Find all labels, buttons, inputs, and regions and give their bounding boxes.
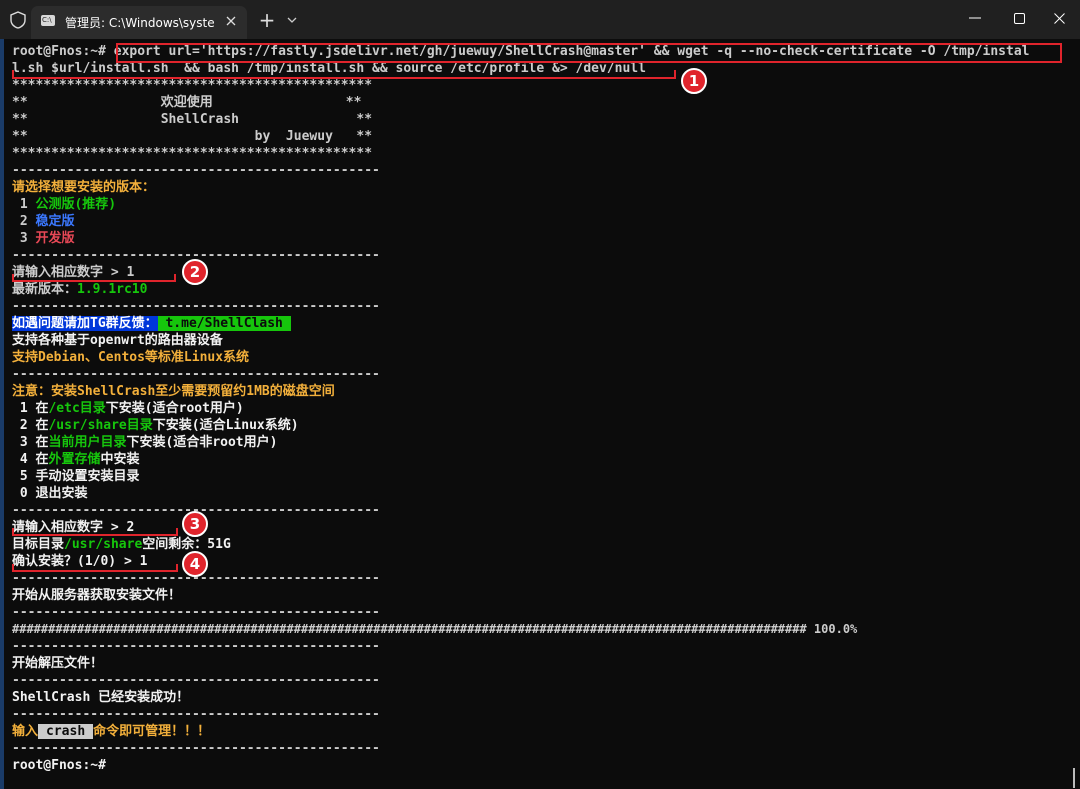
- annotation-underline-1: [12, 77, 676, 79]
- annotation-underline-2: [12, 280, 176, 282]
- download-progress: ########################################…: [12, 622, 858, 636]
- manage-hint-line: 输入 crash 命令即可管理！！！: [12, 724, 211, 739]
- annotation-badge-3: 3: [182, 511, 208, 537]
- banner-line: ** 欢迎使用 **: [12, 95, 362, 110]
- latest-version: 最新版本：1.9.1rc10: [12, 282, 148, 297]
- disk-space-note: 注意：安装ShellCrash至少需要预留约1MB的磁盘空间: [12, 384, 335, 399]
- scrollbar[interactable]: [1073, 768, 1075, 788]
- shield-icon: [6, 8, 30, 32]
- annotation-badge-4: 4: [182, 551, 208, 577]
- plus-icon: +: [258, 8, 276, 32]
- annotation-tick: [176, 564, 178, 572]
- minimize-icon: [969, 17, 981, 19]
- annotation-tick: [12, 70, 14, 79]
- maximize-button[interactable]: [1002, 5, 1036, 31]
- tab-terminal[interactable]: C:\ 管理员: C:\Windows\system32: [31, 6, 247, 39]
- version-option-1: 1 公测版(推荐): [12, 197, 117, 212]
- banner-line: ** by Juewuy **: [12, 129, 373, 144]
- feedback-line: 如遇问题请加TG群反馈： t.me/ShellClash: [12, 316, 291, 331]
- install-success-line: ShellCrash 已经安装成功！: [12, 690, 190, 705]
- close-icon: [1053, 12, 1065, 24]
- confirm-install-line: 确认安装？(1/0) > 1: [12, 554, 148, 569]
- chevron-down-icon: [287, 17, 297, 23]
- annotation-badge-1: 1: [681, 68, 707, 94]
- new-tab-button[interactable]: +: [256, 8, 278, 32]
- annotation-tick: [12, 528, 14, 536]
- input-line-1: 请输入相应数字 > 1: [12, 265, 135, 280]
- title-bar: C:\ 管理员: C:\Windows\system32 +: [0, 0, 1080, 39]
- tab-dropdown-button[interactable]: [283, 9, 301, 31]
- annotation-tick: [12, 564, 14, 572]
- tab-title: 管理员: C:\Windows\system32: [65, 16, 215, 30]
- banner-line: ** ShellCrash **: [12, 112, 373, 127]
- left-edge: [0, 39, 4, 789]
- dir-option-3: 3 在当前用户目录下安装(适合非root用户): [12, 435, 278, 450]
- dir-option-4: 4 在外置存储中安装: [12, 452, 140, 467]
- separator: ----------------------------------------…: [12, 741, 380, 756]
- dir-option-5: 5 手动设置安装目录: [12, 469, 140, 484]
- annotation-tick: [174, 274, 176, 282]
- version-option-3: 3 开发版: [12, 231, 75, 246]
- dir-option-0: 0 退出安装: [12, 486, 88, 501]
- version-prompt: 请选择想要安装的版本：: [12, 180, 156, 195]
- separator: ----------------------------------------…: [12, 605, 380, 620]
- annotation-underline-4: [12, 570, 178, 572]
- separator: ----------------------------------------…: [12, 707, 380, 722]
- minimize-button[interactable]: [958, 5, 992, 31]
- annotation-tick: [674, 70, 676, 79]
- close-button[interactable]: [1042, 5, 1076, 31]
- annotation-tick: [12, 274, 14, 282]
- maximize-icon: [1013, 12, 1025, 24]
- banner-line: ****************************************…: [12, 78, 373, 93]
- annotation-tick: [176, 528, 178, 536]
- shell-prompt: root@Fnos:~#: [12, 758, 106, 773]
- separator: ----------------------------------------…: [12, 299, 380, 314]
- support-openwrt: 支持各种基于openwrt的路由器设备: [12, 333, 223, 348]
- support-linux: 支持Debian、Centos等标准Linux系统: [12, 350, 250, 365]
- dir-option-1: 1 在/etc目录下安装(适合root用户): [12, 401, 244, 416]
- dir-option-2: 2 在/usr/share目录下安装(适合Linux系统): [12, 418, 299, 433]
- separator: ----------------------------------------…: [12, 367, 380, 382]
- command-line: root@Fnos:~# export url='https://fastly.…: [12, 44, 1030, 59]
- separator: ----------------------------------------…: [12, 673, 380, 688]
- command-line-wrap: l.sh $url/install.sh && bash /tmp/instal…: [12, 61, 646, 76]
- terminal-icon: C:\: [41, 15, 55, 26]
- banner-line: ****************************************…: [12, 146, 373, 161]
- unzip-line: 开始解压文件！: [12, 656, 104, 671]
- fetch-files-line: 开始从服务器获取安装文件！: [12, 588, 182, 603]
- annotation-badge-2: 2: [182, 259, 208, 285]
- annotation-underline-3: [12, 534, 178, 536]
- separator: ----------------------------------------…: [12, 639, 380, 654]
- close-icon[interactable]: [221, 11, 241, 31]
- terminal-window: C:\ 管理员: C:\Windows\system32 + root@Fnos…: [0, 0, 1080, 789]
- separator: ----------------------------------------…: [12, 163, 380, 178]
- version-option-2: 2 稳定版: [12, 214, 75, 229]
